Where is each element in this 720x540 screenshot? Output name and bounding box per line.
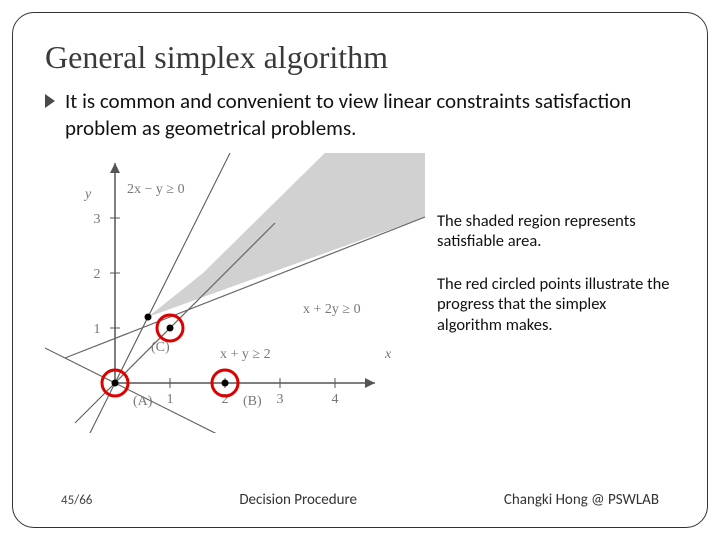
slide-frame: General simplex algorithm It is common a… bbox=[12, 12, 708, 528]
bullet-text: It is common and convenient to view line… bbox=[65, 88, 675, 143]
captions-column: The shaded region represents satisfiable… bbox=[437, 153, 675, 358]
y-tick-3: 3 bbox=[94, 212, 101, 227]
y-tick-2: 2 bbox=[94, 267, 101, 282]
triangle-bullet-icon bbox=[45, 94, 57, 113]
constraint-line-label: x + y ≥ 2 bbox=[220, 347, 271, 362]
content-row: 1 2 3 4 1 2 3 y x bbox=[45, 153, 675, 433]
constraint-right-label: x + 2y ≥ 0 bbox=[303, 302, 361, 317]
caption-shaded: The shaded region represents satisfiable… bbox=[437, 211, 675, 252]
geometry-figure: 1 2 3 4 1 2 3 y x bbox=[45, 153, 425, 433]
x-axis-label: x bbox=[384, 347, 392, 362]
point-a-label: (A) bbox=[133, 394, 153, 409]
x-tick-1: 1 bbox=[167, 392, 174, 407]
footer-center: Decision Procedure bbox=[239, 491, 357, 509]
slide-footer: 45/66 Decision Procedure Changki Hong @ … bbox=[61, 491, 659, 509]
point-c-label: (C) bbox=[151, 340, 170, 355]
y-axis-label: y bbox=[83, 187, 92, 202]
x-tick-4: 4 bbox=[332, 392, 339, 407]
point-b-label: (B) bbox=[243, 394, 262, 409]
bullet-item: It is common and convenient to view line… bbox=[45, 88, 675, 143]
x-tick-3: 3 bbox=[277, 392, 284, 407]
constraint-top-label: 2x − y ≥ 0 bbox=[127, 182, 185, 197]
caption-red-points: The red circled points illustrate the pr… bbox=[437, 274, 675, 336]
page-number: 45/66 bbox=[61, 493, 92, 508]
footer-author: Changki Hong @ PSWLAB bbox=[504, 491, 659, 509]
slide-title: General simplex algorithm bbox=[45, 39, 675, 76]
y-tick-1: 1 bbox=[94, 322, 101, 337]
